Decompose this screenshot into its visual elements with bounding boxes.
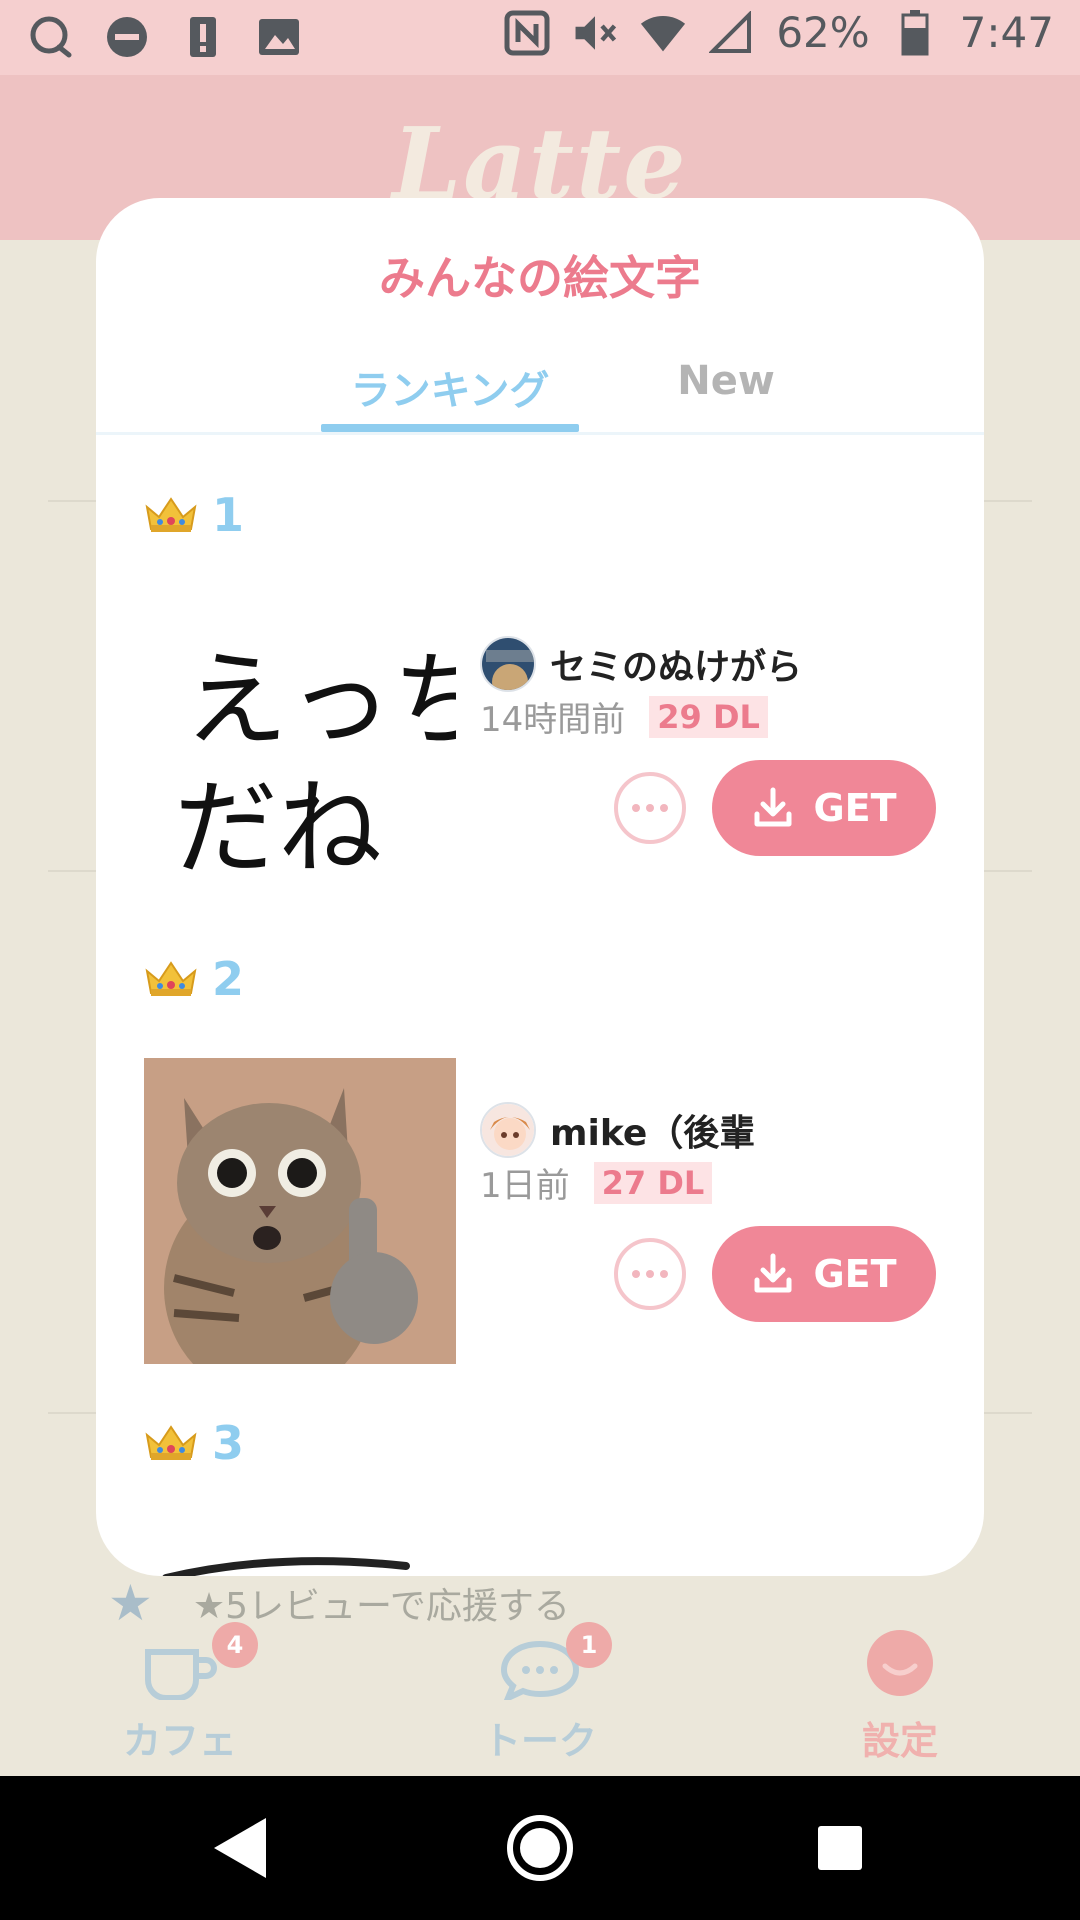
dot	[632, 804, 640, 812]
tab-cafe-label: カフェ	[122, 1719, 237, 1763]
cafe-badge: 4	[212, 1622, 258, 1668]
cellular-icon	[708, 10, 754, 56]
recents-icon	[818, 1826, 862, 1870]
tab-divider	[96, 432, 984, 435]
tab-settings-label: 設定	[861, 1719, 938, 1763]
back-button[interactable]	[200, 1808, 280, 1888]
rank-header-3: 3	[144, 1416, 244, 1470]
battery-icon	[892, 9, 938, 56]
tab-ranking[interactable]: ランキング	[321, 358, 579, 416]
do-not-disturb-icon	[104, 14, 150, 60]
get-button[interactable]: GET	[712, 760, 936, 856]
posted-time: 1日前	[480, 1166, 570, 1206]
crown-icon	[145, 1425, 197, 1460]
battery-percent: 62%	[776, 8, 870, 57]
back-icon	[214, 1818, 266, 1878]
rank-number: 1	[212, 488, 245, 542]
coffee-cup-icon	[145, 1649, 217, 1700]
tab-talk-label: トーク	[482, 1719, 597, 1763]
tab-talk[interactable]: 1 トーク	[390, 1600, 690, 1776]
rank-number: 3	[212, 1416, 245, 1470]
chat-bubble-icon	[28, 14, 74, 60]
dot	[660, 804, 668, 812]
recents-button[interactable]	[800, 1808, 880, 1888]
talk-badge: 1	[566, 1622, 612, 1668]
posted-time: 14時間前	[480, 700, 626, 740]
system-nav-bar	[0, 1776, 1080, 1920]
emoji-image-partial	[162, 1557, 410, 1576]
active-tab-indicator	[321, 424, 579, 432]
clock: 7:47	[959, 8, 1054, 57]
rank-header-2: 2	[144, 952, 244, 1006]
rank-header-1: 1	[144, 488, 244, 542]
wifi-icon	[640, 10, 686, 56]
author[interactable]: mike（後輩	[480, 1102, 755, 1158]
more-button[interactable]	[614, 1238, 686, 1310]
home-icon	[507, 1815, 573, 1881]
bottom-tab-bar: ★ ★5レビューで応援する 4 カフェ 1 トーク 設定	[0, 1574, 1080, 1776]
tab-settings[interactable]: 設定	[750, 1600, 1050, 1776]
get-button-label: GET	[813, 1252, 897, 1296]
tab-cafe[interactable]: 4 カフェ	[30, 1600, 330, 1776]
download-count: 27 DL	[593, 1161, 713, 1204]
dot	[646, 804, 654, 812]
author-name: セミのぬけがら	[550, 647, 803, 688]
download-icon	[754, 787, 792, 827]
dot	[660, 1270, 668, 1278]
dot	[646, 1270, 654, 1278]
more-button[interactable]	[614, 772, 686, 844]
home-button[interactable]	[500, 1808, 580, 1888]
avatar	[480, 636, 536, 692]
download-icon	[754, 1253, 792, 1293]
avatar	[480, 1102, 536, 1158]
cat-middle-finger-image	[144, 1058, 456, 1398]
download-count: 29 DL	[649, 695, 768, 738]
avatar-icon	[867, 1630, 933, 1696]
modal-title: みんなの絵文字	[379, 251, 701, 305]
author-name: mike（後輩	[550, 1113, 756, 1154]
get-button[interactable]: GET	[712, 1226, 936, 1322]
author[interactable]: セミのぬけがら	[480, 636, 802, 692]
nfc-icon	[504, 10, 550, 56]
emoji-text-line1: えっち	[184, 639, 456, 761]
image-icon	[256, 14, 302, 60]
rank-number: 2	[212, 952, 245, 1006]
crown-icon	[145, 961, 197, 996]
emoji-meta: 1日前 27 DL	[480, 1158, 713, 1207]
mute-icon	[572, 10, 618, 56]
emoji-modal: みんなの絵文字 ランキング New 1 えっち だね セミのぬけがら 14時間前…	[96, 198, 984, 1576]
emoji-text-line2: だね	[174, 767, 382, 889]
emoji-meta: 14時間前 29 DL	[480, 692, 768, 741]
status-bar: 62% 7:47	[0, 0, 1080, 75]
tab-new[interactable]: New	[626, 358, 826, 404]
emoji-image[interactable]	[144, 1058, 456, 1398]
alert-icon	[180, 14, 226, 60]
emoji-image[interactable]: えっち だね	[144, 606, 496, 912]
dot	[632, 1270, 640, 1278]
crown-icon	[145, 497, 197, 532]
get-button-label: GET	[813, 786, 897, 830]
handwritten-emoji-icon: えっち だね	[174, 639, 496, 889]
